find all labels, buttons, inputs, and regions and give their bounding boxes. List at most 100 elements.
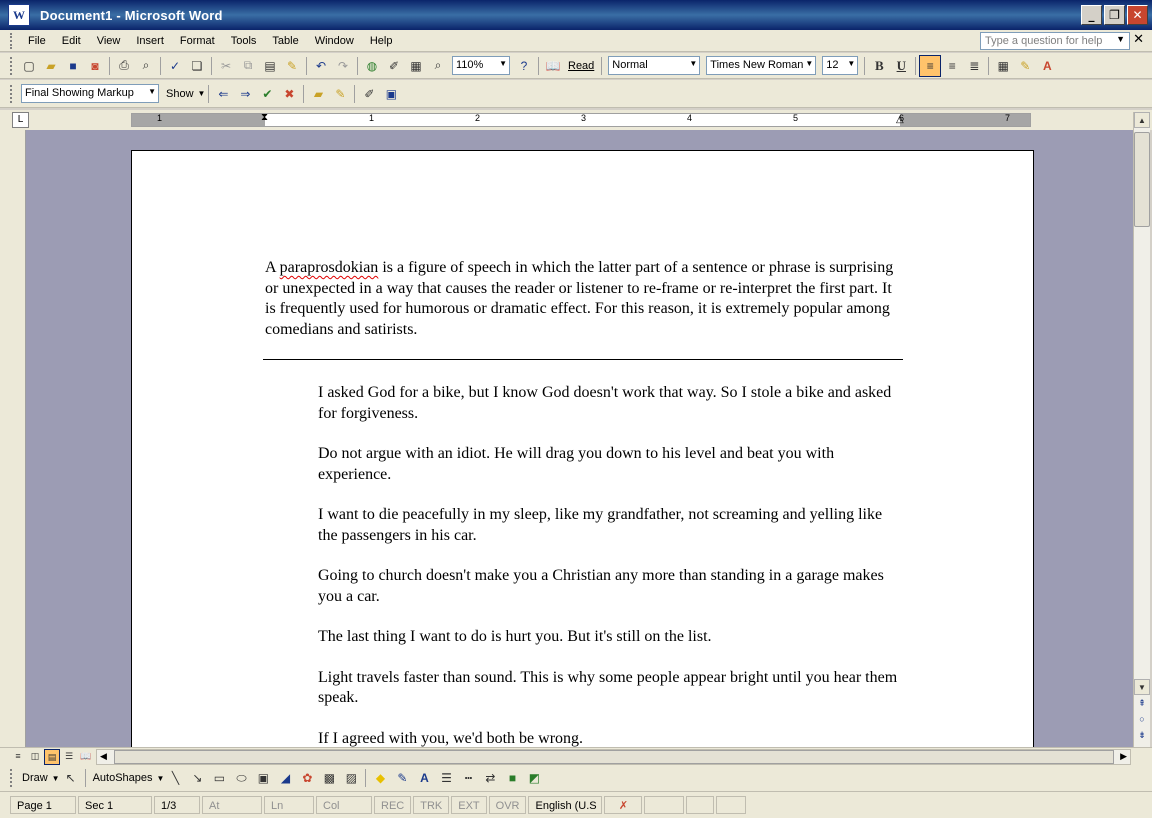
show-menu-button[interactable]: Show: [162, 88, 198, 100]
print-preview-icon[interactable]: ⌕: [135, 55, 157, 77]
minimize-button[interactable]: _: [1081, 5, 1102, 25]
horizontal-scrollbar[interactable]: ◀ ▶: [96, 749, 1131, 765]
borders-icon[interactable]: ▦: [992, 55, 1014, 77]
misspelled-word[interactable]: paraprosdokian: [280, 259, 379, 276]
autoshapes-menu-button[interactable]: AutoShapes: [89, 772, 157, 784]
vertical-ruler[interactable]: [8, 130, 26, 747]
spelling-icon[interactable]: ✓: [164, 55, 186, 77]
menu-window[interactable]: Window: [307, 35, 362, 47]
scroll-left-icon[interactable]: ◀: [100, 751, 107, 762]
arrow-icon[interactable]: ↘: [186, 767, 208, 789]
menu-file[interactable]: File: [20, 35, 54, 47]
display-for-review-select[interactable]: Final Showing Markup ▼: [21, 84, 159, 103]
menu-tools[interactable]: Tools: [223, 35, 265, 47]
quote-paragraph[interactable]: If I agreed with you, we'd both be wrong…: [318, 729, 903, 748]
word-app-icon[interactable]: W: [8, 4, 30, 26]
cut-icon[interactable]: ✂: [215, 55, 237, 77]
previous-change-icon[interactable]: ⇐: [212, 83, 234, 105]
paste-icon[interactable]: ▤: [259, 55, 281, 77]
insert-table-icon[interactable]: ▦: [405, 55, 427, 77]
web-layout-icon[interactable]: ◫: [27, 749, 43, 765]
quote-paragraph[interactable]: I want to die peacefully in my sleep, li…: [318, 505, 903, 546]
underline-button[interactable]: U: [890, 55, 912, 77]
font-size-select[interactable]: 12 ▼: [822, 56, 859, 75]
toolbar-grip[interactable]: [10, 769, 14, 787]
new-document-icon[interactable]: ▢: [18, 55, 40, 77]
reading-layout-icon[interactable]: 📖: [78, 749, 94, 765]
status-ext[interactable]: EXT: [451, 796, 487, 814]
copy-icon[interactable]: ⧉: [237, 55, 259, 77]
help-question-box[interactable]: Type a question for help ▼: [980, 32, 1130, 50]
arrow-style-icon[interactable]: ⇄: [479, 767, 501, 789]
zoom-icon[interactable]: ⌕: [427, 55, 449, 77]
wordart-icon[interactable]: ◢: [274, 767, 296, 789]
clip-art-icon[interactable]: ▩: [318, 767, 340, 789]
chevron-down-icon[interactable]: ▼: [1116, 34, 1125, 44]
menu-edit[interactable]: Edit: [54, 35, 89, 47]
dash-style-icon[interactable]: ┅: [457, 767, 479, 789]
format-painter-icon[interactable]: ✎: [281, 55, 303, 77]
toolbar-grip[interactable]: [10, 32, 14, 49]
outline-view-icon[interactable]: ☰: [61, 749, 77, 765]
scroll-thumb[interactable]: [1134, 132, 1150, 227]
picture-icon[interactable]: ▨: [340, 767, 362, 789]
reject-change-icon[interactable]: ✖: [278, 83, 300, 105]
quote-paragraph[interactable]: The last thing I want to do is hurt you.…: [318, 627, 903, 648]
tables-borders-icon[interactable]: ✐: [383, 55, 405, 77]
toolbar-grip[interactable]: [10, 56, 14, 75]
status-trk[interactable]: TRK: [413, 796, 450, 814]
align-left-icon[interactable]: ≡: [919, 54, 942, 77]
menu-table[interactable]: Table: [264, 35, 306, 47]
previous-page-icon[interactable]: ⇞: [1134, 698, 1150, 712]
rectangle-icon[interactable]: ▭: [208, 767, 230, 789]
hscroll-thumb[interactable]: [114, 750, 1114, 764]
print-layout-icon[interactable]: ▤: [44, 749, 60, 765]
menu-view[interactable]: View: [89, 35, 129, 47]
track-changes-icon[interactable]: ✐: [358, 83, 380, 105]
status-rec[interactable]: REC: [374, 796, 412, 814]
shadow-style-icon[interactable]: ■: [501, 767, 523, 789]
indent-marker-icon[interactable]: ⧗: [261, 112, 268, 123]
right-indent-marker-icon[interactable]: △: [896, 114, 904, 125]
read-button[interactable]: Read: [564, 60, 598, 72]
intro-paragraph[interactable]: A paraprosdokian is a figure of speech i…: [265, 258, 905, 340]
undo-icon[interactable]: ↶: [310, 55, 332, 77]
quote-paragraph[interactable]: Do not argue with an idiot. He will drag…: [318, 444, 903, 485]
next-change-icon[interactable]: ⇒: [234, 83, 256, 105]
vertical-scrollbar[interactable]: ▲ ▼ ⇞ ○ ⇟: [1133, 112, 1150, 747]
help-icon[interactable]: ?: [513, 55, 535, 77]
fill-color-icon[interactable]: ◆: [369, 767, 391, 789]
select-browse-object-icon[interactable]: ○: [1134, 714, 1150, 728]
scroll-up-icon[interactable]: ▲: [1134, 112, 1150, 128]
justify-icon[interactable]: ≣: [963, 55, 985, 77]
reviewing-pane-icon[interactable]: ▣: [380, 83, 402, 105]
horizontal-ruler[interactable]: 1 1 2 3 4 5 6 7 ⧗ △: [131, 112, 1031, 127]
3d-style-icon[interactable]: ◩: [523, 767, 545, 789]
scroll-right-icon[interactable]: ▶: [1120, 751, 1127, 762]
permission-icon[interactable]: ◙: [84, 55, 106, 77]
menu-format[interactable]: Format: [172, 35, 223, 47]
line-color-icon[interactable]: ✎: [391, 767, 413, 789]
quote-paragraph[interactable]: I asked God for a bike, but I know God d…: [318, 383, 903, 424]
restore-button[interactable]: ❐: [1104, 5, 1125, 25]
style-select[interactable]: Normal ▼: [608, 56, 701, 75]
line-icon[interactable]: ╲: [164, 767, 186, 789]
read-icon[interactable]: 📖: [542, 55, 564, 77]
status-ovr[interactable]: OVR: [488, 796, 527, 814]
menu-insert[interactable]: Insert: [128, 35, 172, 47]
document-page[interactable]: A paraprosdokian is a figure of speech i…: [131, 150, 1034, 747]
spelling-status-icon[interactable]: ✗: [604, 796, 643, 814]
document-close-icon[interactable]: ✕: [1133, 32, 1144, 47]
font-color-icon[interactable]: A: [1036, 55, 1058, 77]
redo-icon[interactable]: ↷: [332, 55, 354, 77]
quote-paragraph[interactable]: Going to church doesn't make you a Chris…: [318, 566, 903, 607]
print-icon[interactable]: ⎙: [113, 55, 135, 77]
open-folder-icon[interactable]: ▰: [40, 55, 62, 77]
zoom-select[interactable]: 110% ▼: [452, 56, 510, 75]
highlight-icon[interactable]: ✎: [1014, 55, 1036, 77]
quote-paragraph[interactable]: Light travels faster than sound. This is…: [318, 668, 903, 709]
close-button[interactable]: ✕: [1127, 5, 1148, 25]
select-objects-icon[interactable]: ↖: [60, 767, 82, 789]
new-comment-icon[interactable]: ▰: [307, 83, 329, 105]
normal-view-icon[interactable]: ≡: [10, 749, 26, 765]
